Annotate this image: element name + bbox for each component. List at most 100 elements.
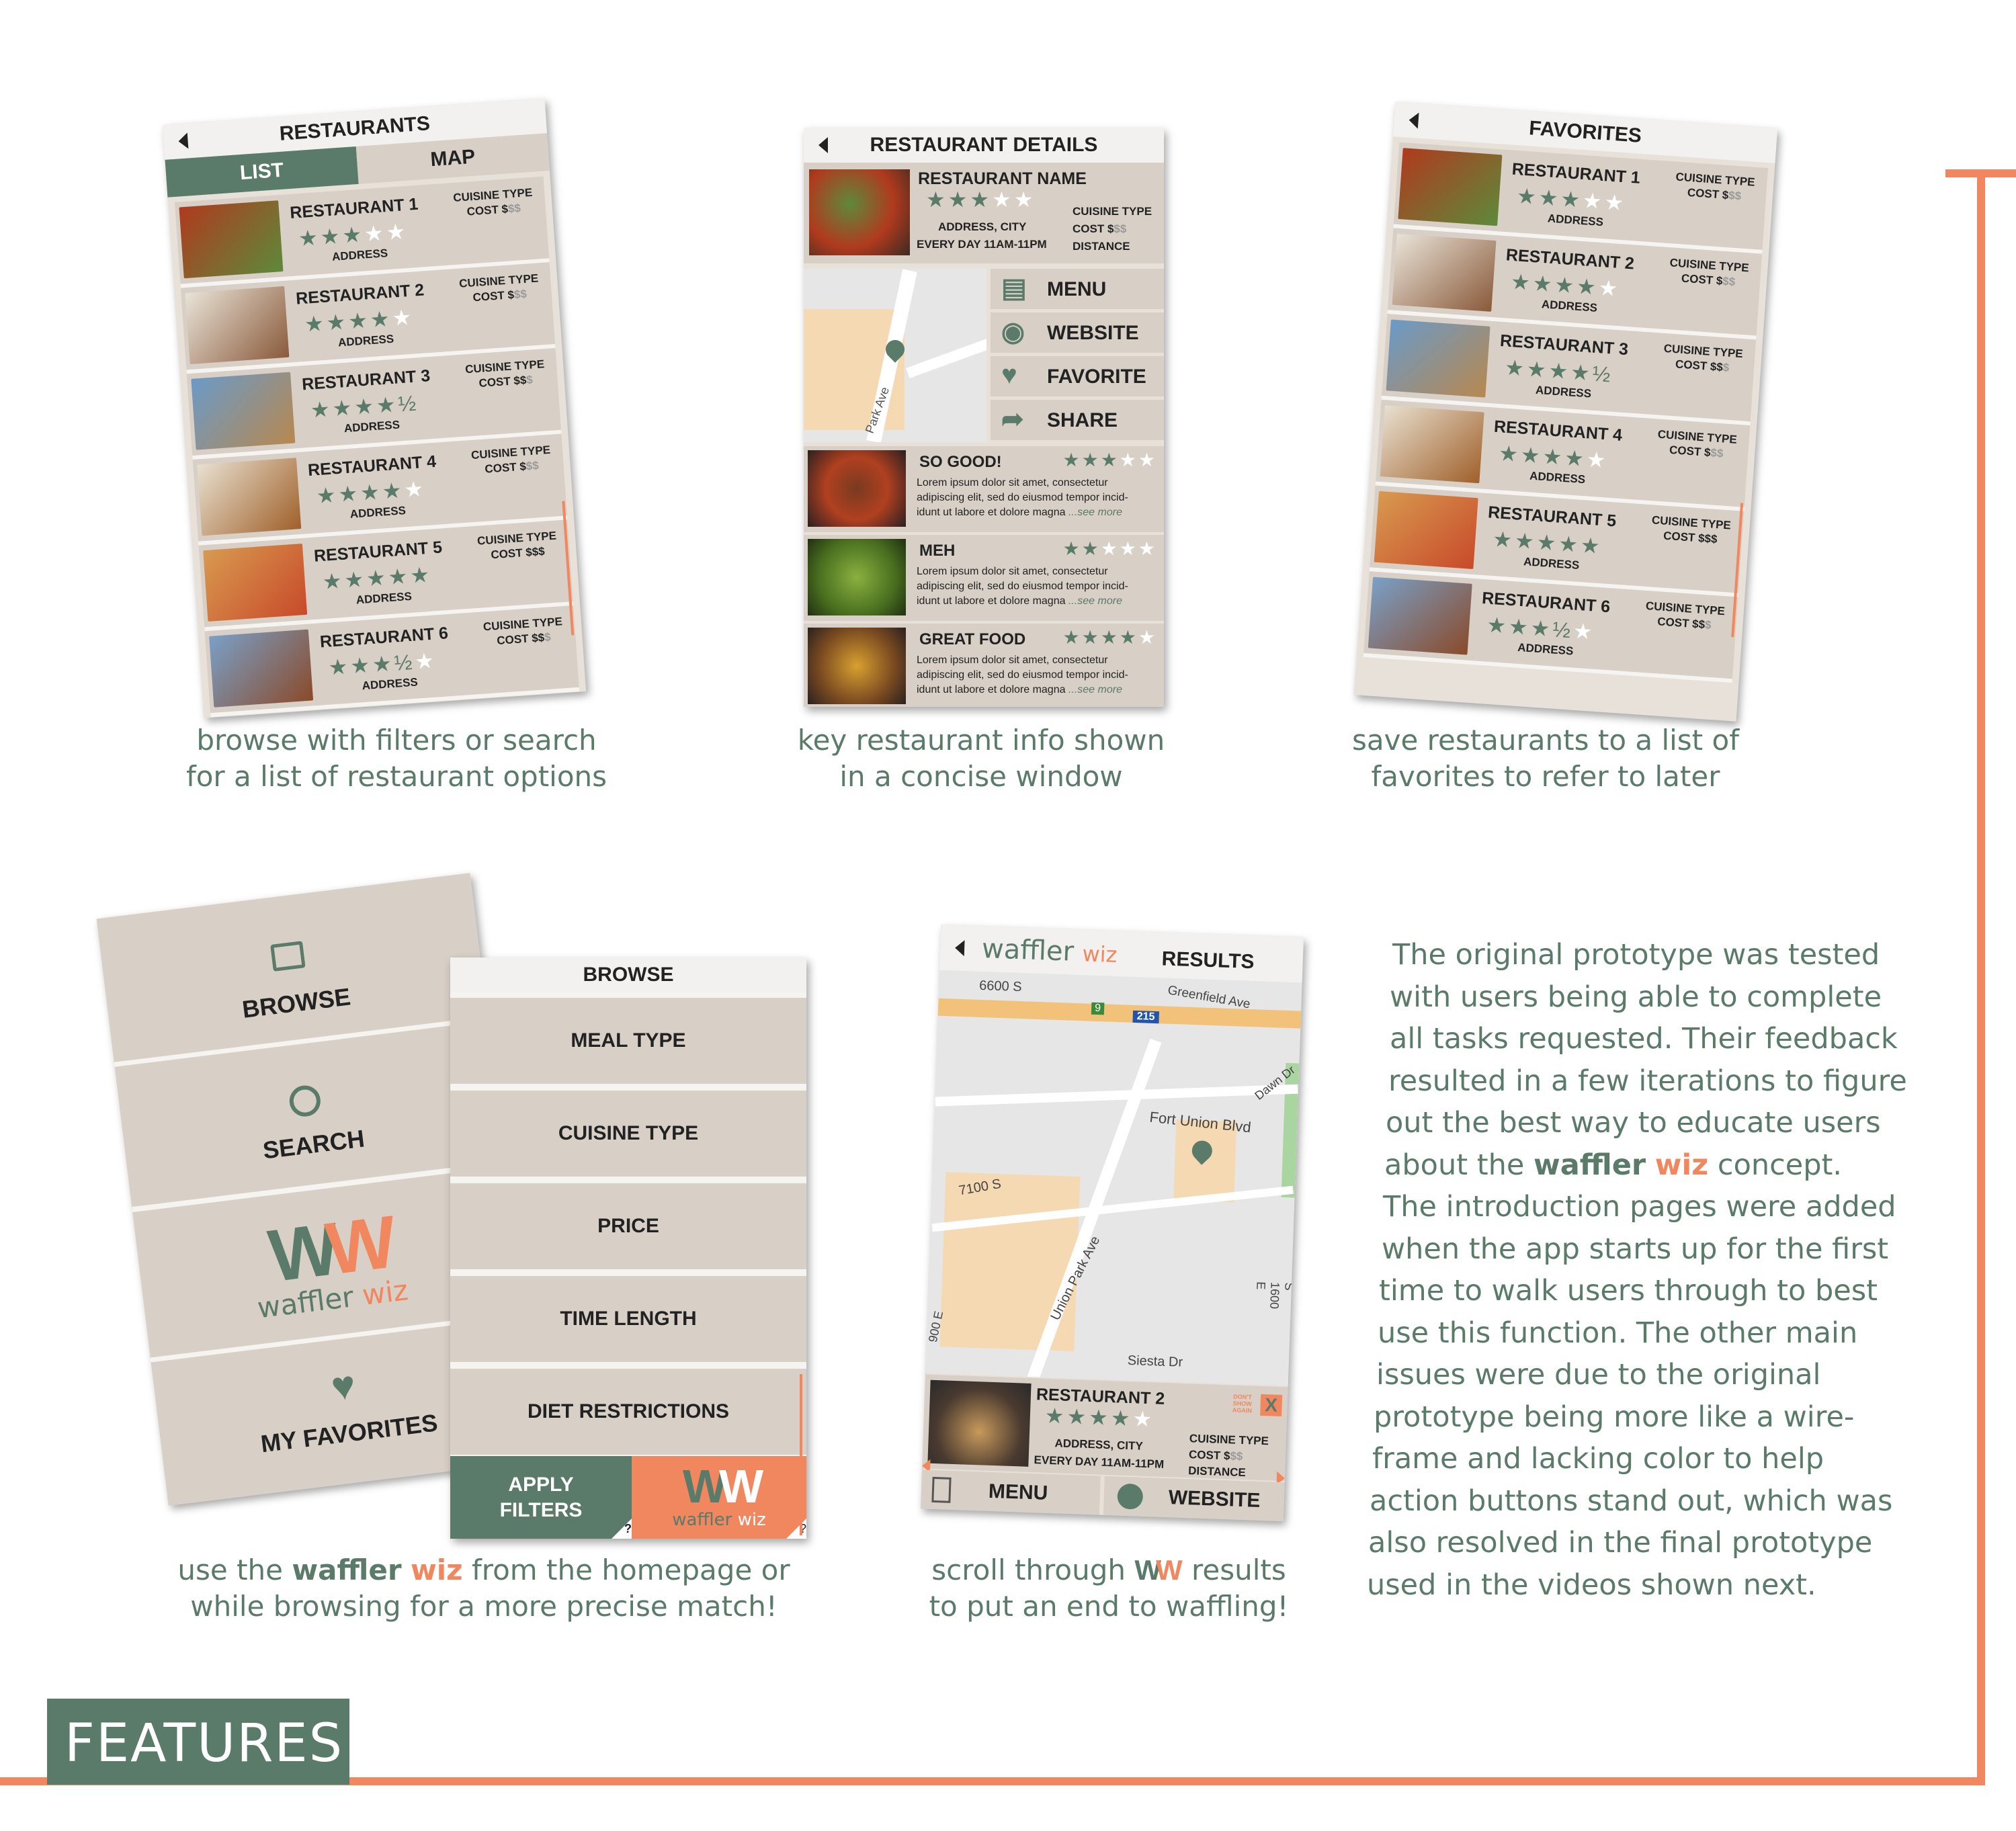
action-favorite-button[interactable]: ♥ FAVORITE (991, 356, 1164, 396)
home-caption: use the waffler wiz from the homepage or… (177, 1553, 790, 1623)
restaurant-photo (209, 629, 314, 708)
apply-filters-button[interactable]: APPLY FILTERS ? (450, 1456, 632, 1539)
restaurant-address: ADDRESS (1523, 555, 1580, 572)
restaurant-details-screen: RESTAURANT DETAILS RESTAURANT NAME ★★★★★… (804, 128, 1164, 707)
details-header: RESTAURANT DETAILS (804, 128, 1164, 163)
review-item[interactable]: GREAT FOOD ★★★★★ Lorem ipsum dolor sit ame… (804, 624, 1164, 707)
restaurant-meta: CUISINE TYPE COST $$$ (470, 443, 551, 476)
review-stars: ★★★★★ (1062, 627, 1157, 648)
rating-stars: ★★★★½ (1504, 355, 1614, 387)
rating-stars: ★★★★★ (297, 218, 409, 251)
review-item[interactable]: MEH ★★★★★ Lorem ipsum dolor sit amet, cons… (804, 535, 1164, 621)
location-map[interactable]: Park Ave (804, 269, 986, 442)
results-caption: scroll through WW results to put an end … (929, 1553, 1289, 1623)
rating-stars: ★★★★½ (309, 390, 420, 423)
review-text: Lorem ipsum dolor sit amet, consectetur a… (917, 477, 1128, 518)
website-icon: ◉ (1001, 317, 1025, 347)
results-menu-button[interactable]: MENU (920, 1470, 1101, 1515)
back-arrow-icon[interactable] (954, 939, 965, 957)
restaurant-address: ADDRESS (355, 589, 413, 607)
review-title: GREAT FOOD (919, 630, 1026, 648)
dismiss-button[interactable]: X (1260, 1394, 1283, 1416)
restaurant-hours: EVERY DAY 11AM-11PM (917, 238, 1047, 251)
rating-stars: ★★★★★ (315, 476, 427, 509)
browse-screen: BROWSE MEAL TYPE CUISINE TYPE PRICE TIME LE… (450, 957, 806, 1539)
restaurant-photo (1392, 233, 1497, 312)
action-buttons: ▤ MENU ◉ WEBSITE ♥ FAVORITE ➦ SHARE (991, 269, 1164, 442)
details-caption: key restaurant info shown in a concise wi… (797, 724, 1165, 793)
favorites-screen: FAVORITES RESTAURANT 1 ★★★★★ ADDRESS CUISIN… (1353, 101, 1778, 722)
restaurant-address: ADDRESS (349, 504, 407, 521)
restaurant-address: ADDRESS (362, 675, 419, 693)
details-title: RESTAURANT DETAILS (870, 134, 1098, 156)
restaurant-meta: CUISINE TYPE COST $$$ (1663, 341, 1744, 374)
restaurant-meta: CUISINE TYPE COST $$$ (458, 271, 539, 304)
website-icon (1117, 1483, 1144, 1510)
back-arrow-icon[interactable] (177, 132, 189, 150)
restaurant-address: ADDRESS, CITY (938, 220, 1027, 233)
dont-show-again-label: DON'T SHOW AGAIN (1232, 1393, 1253, 1414)
rating-stars: ★★★★★ (1515, 183, 1628, 216)
book-icon (270, 941, 306, 972)
action-share-button[interactable]: ➦ SHARE (991, 400, 1164, 440)
filter-price[interactable]: PRICE (450, 1183, 806, 1269)
search-icon (288, 1083, 323, 1119)
restaurant-photo (179, 200, 284, 279)
results-website-button[interactable]: WEBSITE (1103, 1476, 1285, 1522)
rating-stars: ★★★★★ (926, 187, 1036, 212)
action-menu-button[interactable]: ▤ MENU (991, 269, 1164, 309)
back-arrow-icon[interactable] (818, 137, 828, 153)
results-screen: waffler wiz RESULTS 6600 S Greenfield Av… (920, 924, 1304, 1522)
restaurant-meta: CUISINE TYPE COST $$$ (482, 615, 563, 648)
restaurant-meta: CUISINE TYPE COST $$$ (1645, 599, 1726, 632)
restaurant-address: ADDRESS (331, 247, 388, 263)
restaurant-meta: CUISINE TYPE COST $$$ (1675, 170, 1756, 203)
review-photo (808, 628, 906, 704)
scrollbar[interactable] (800, 1374, 802, 1535)
details-summary: RESTAURANT NAME ★★★★★ ADDRESS, CITY EVER… (804, 163, 1164, 263)
restaurant-photo (1398, 148, 1503, 226)
filter-cuisine-type[interactable]: CUISINE TYPE (450, 1091, 806, 1177)
restaurant-meta: CUISINE TYPE COST $$$ (476, 529, 557, 562)
road-marker: 9 (1091, 1002, 1105, 1015)
rating-stars: ★★★★★ (1492, 526, 1603, 559)
review-photo (808, 539, 906, 615)
filter-time-length[interactable]: TIME LENGTH (450, 1276, 806, 1362)
restaurant-address: ADDRESS (1541, 298, 1598, 314)
restaurant-list-screen: RESTAURANTS LIST MAP RESTAURANT 1 ★★★★★ AD… (162, 98, 587, 718)
results-map[interactable]: 6600 S Greenfield Ave Fort Union Blvd Da… (925, 970, 1302, 1386)
restaurant-meta: CUISINE TYPE COST $$$ (1657, 427, 1738, 460)
restaurant-name: RESTAURANT NAME (918, 169, 1087, 188)
list-caption: browse with filters or search for a list … (185, 724, 607, 793)
back-arrow-icon[interactable] (1408, 112, 1419, 129)
rating-stars: ★★★★★ (303, 304, 415, 337)
filter-diet-restrictions[interactable]: DIET RESTRICTIONS (450, 1369, 806, 1455)
result-card[interactable]: RESTAURANT 2 ★★★★★ ADDRESS, CITY EVERY D… (921, 1374, 1288, 1486)
map-label: Siesta Dr (1127, 1353, 1183, 1370)
map-label: S 1600 E (1254, 1281, 1296, 1310)
action-website-button[interactable]: ◉ WEBSITE (991, 312, 1164, 353)
rating-stars: ★★★½★ (327, 648, 438, 680)
restaurant-address: ADDRESS (337, 332, 394, 349)
restaurant-photo (197, 458, 302, 536)
waffler-wiz-logo-text: waffler wiz (672, 1510, 766, 1530)
list-title: RESTAURANTS (278, 112, 431, 145)
review-stars: ★★★★★ (1062, 450, 1157, 470)
result-address: ADDRESS, CITY (1054, 1437, 1144, 1453)
filter-meal-type[interactable]: MEAL TYPE (450, 998, 806, 1084)
review-item[interactable]: SO GOOD! ★★★★★ Lorem ipsum dolor sit amet,… (804, 446, 1164, 532)
restaurant-address: ADDRESS (1547, 212, 1604, 229)
restaurant-photo (1374, 491, 1478, 569)
rating-stars: ★★★★★ (1044, 1403, 1155, 1432)
restaurant-address: ADDRESS (1517, 640, 1574, 658)
heart-icon: ♥ (1001, 360, 1017, 390)
restaurant-photo (191, 372, 296, 450)
review-title: SO GOOD! (919, 453, 1002, 471)
results-logo: waffler wiz (981, 933, 1118, 968)
waffler-wiz-button[interactable]: WW waffler wiz ? (632, 1456, 806, 1539)
rating-stars: ★★★★★ (321, 562, 433, 594)
browse-header: BROWSE (450, 957, 806, 992)
description-paragraph: The original prototype was tested with u… (1367, 938, 1907, 1602)
menu-icon (931, 1476, 952, 1503)
restaurant-meta: CUISINE TYPE COST $$$ (452, 185, 533, 218)
